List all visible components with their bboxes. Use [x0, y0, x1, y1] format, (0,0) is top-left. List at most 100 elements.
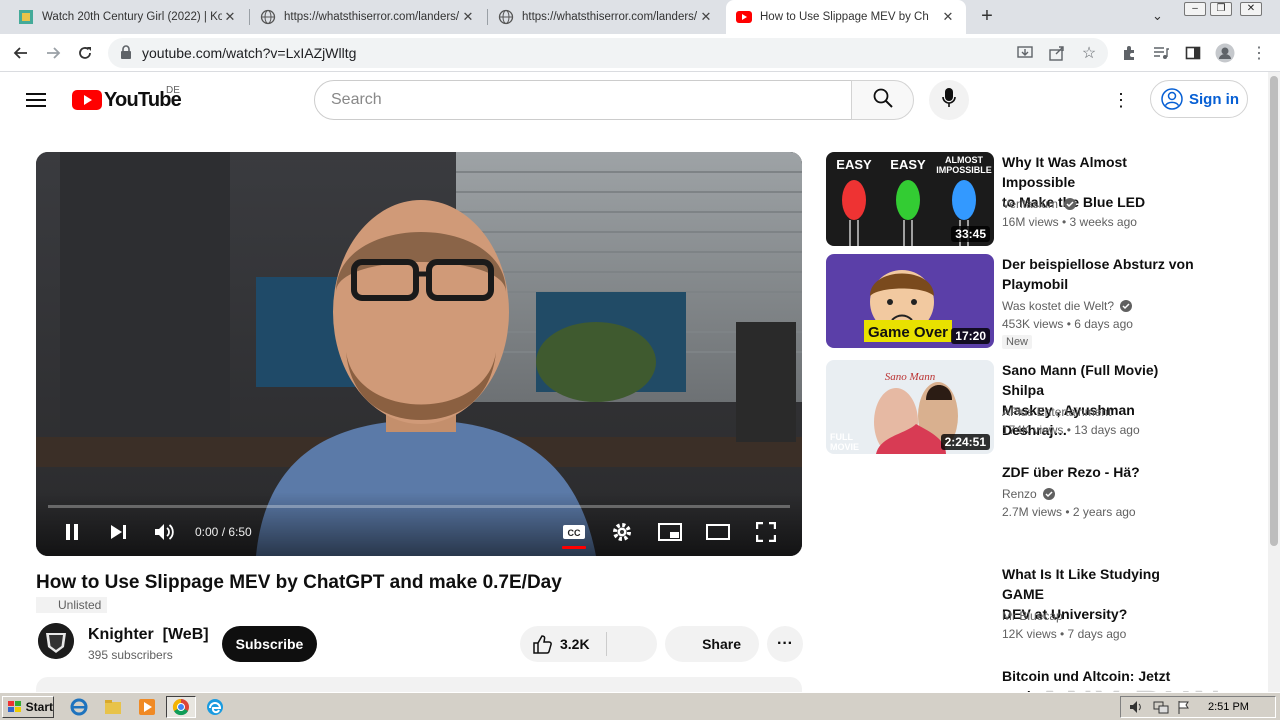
settings-kebab-icon[interactable]: ⋮: [1110, 88, 1132, 112]
thumbs-up-icon[interactable]: [532, 634, 552, 659]
video-thumbnail[interactable]: EASY EASY ALMOST IMPOSSIBLE 33:45: [826, 152, 994, 246]
thumb-label: MOVIE: [830, 442, 859, 452]
tab-title: https://whatsthiserror.com/landers/: [522, 11, 698, 23]
close-tab-icon[interactable]: ✕: [222, 9, 238, 25]
chrome-icon: [172, 698, 189, 716]
settings-button[interactable]: [608, 518, 636, 546]
chrome-taskbar-button[interactable]: [166, 696, 196, 718]
media-player-icon[interactable]: [136, 697, 158, 717]
browser-tab[interactable]: https://whatsthiserror.com/landers/ ✕: [488, 0, 724, 34]
video-thumbnail[interactable]: Sano Mann FULL MOVIE 2:24:51: [826, 360, 994, 454]
flag-tray-icon[interactable]: [1177, 700, 1191, 719]
recommendation-channel[interactable]: Mr Bluecap: [1002, 609, 1063, 623]
forward-arrow-icon[interactable]: [42, 42, 64, 64]
pause-button[interactable]: [58, 518, 86, 546]
recommendation-item[interactable]: Game Over 17:20 Der beispiellose Absturz…: [826, 254, 1206, 354]
sign-in-button[interactable]: Sign in: [1150, 80, 1248, 118]
address-bar[interactable]: youtube.com/watch?v=LxIAZjWlltg ☆: [108, 38, 1108, 68]
channel-name[interactable]: Knighter [WeB]: [88, 626, 209, 644]
recommendation-meta: 16M views • 3 weeks ago: [1002, 215, 1137, 229]
network-tray-icon[interactable]: [1153, 700, 1169, 719]
page-scrollbar[interactable]: [1268, 72, 1280, 692]
youtube-logo-icon[interactable]: [72, 90, 102, 110]
url-text: youtube.com/watch?v=LxIAZjWlltg: [142, 45, 357, 61]
captions-button[interactable]: CC: [560, 518, 588, 546]
next-button[interactable]: [104, 518, 132, 546]
recommendation-item[interactable]: What Is It Like Studying GAME DEV at Uni…: [826, 564, 1206, 664]
verified-check-icon: [1042, 488, 1055, 500]
extensions-puzzle-icon[interactable]: [1118, 42, 1140, 64]
profile-avatar-icon[interactable]: [1214, 42, 1236, 64]
like-count[interactable]: 3.2K: [560, 636, 590, 652]
search-input[interactable]: Search: [314, 80, 852, 120]
captions-active-indicator: [562, 546, 586, 549]
file-explorer-icon[interactable]: [102, 697, 124, 717]
progress-bar[interactable]: [48, 505, 790, 508]
globe-icon: [498, 9, 514, 25]
channel-label: Renzo: [1002, 487, 1037, 501]
edge-icon[interactable]: [204, 697, 226, 717]
install-app-icon[interactable]: [1014, 42, 1036, 64]
fullscreen-button[interactable]: [752, 518, 780, 546]
minimize-window-button[interactable]: –: [1184, 2, 1206, 16]
recommendation-item[interactable]: ZDF über Rezo - Hä? Renzo 2.7M views • 2…: [826, 462, 1206, 562]
search-placeholder: Search: [331, 91, 382, 108]
close-tab-icon[interactable]: ✕: [460, 9, 476, 25]
channel-avatar[interactable]: [38, 623, 74, 659]
tab-search-chevron-icon[interactable]: ⌄: [1152, 8, 1163, 24]
recommendation-item[interactable]: EASY EASY ALMOST IMPOSSIBLE 33:45 Why It…: [826, 152, 1206, 252]
new-tab-button[interactable]: +: [976, 6, 998, 28]
recommendation-channel[interactable]: Was kostet die Welt?: [1002, 299, 1133, 313]
thumb-label: Sano Mann: [885, 371, 936, 383]
channel-label: Was kostet die Welt?: [1002, 299, 1115, 313]
windows-taskbar: Start 2:51 PM: [0, 692, 1280, 720]
voice-search-button[interactable]: [929, 80, 969, 120]
internet-explorer-icon[interactable]: [68, 697, 90, 717]
recommendation-meta: 2.7M views • 2 years ago: [1002, 505, 1136, 519]
theater-mode-button[interactable]: [704, 518, 732, 546]
browser-tab[interactable]: Watch 20th Century Girl (2022) | Kor ✕: [8, 0, 248, 34]
video-title: How to Use Slippage MEV by ChatGPT and m…: [36, 572, 562, 593]
time-display: 0:00 / 6:50: [195, 525, 252, 539]
title-line: Playmobil: [1002, 276, 1069, 292]
recommendation-channel[interactable]: Veritasium: [1002, 197, 1077, 211]
scrollbar-thumb[interactable]: [1270, 76, 1278, 546]
start-button[interactable]: Start: [2, 696, 54, 718]
youtube-icon: [736, 9, 752, 25]
restore-window-button[interactable]: ❐: [1210, 2, 1232, 16]
channel-label: APlus Entertainment: [1002, 405, 1112, 419]
search-button[interactable]: [851, 80, 914, 120]
recommendation-item[interactable]: Sano Mann FULL MOVIE 2:24:51 Sano Mann (…: [826, 360, 1206, 460]
recommendation-channel[interactable]: APlus Entertainment: [1002, 405, 1111, 419]
share-button[interactable]: Share: [665, 626, 759, 662]
close-tab-icon[interactable]: ✕: [698, 9, 714, 25]
description-box[interactable]: [36, 677, 802, 692]
miniplayer-button[interactable]: [656, 518, 684, 546]
close-window-button[interactable]: ✕: [1240, 2, 1262, 16]
reload-icon[interactable]: [74, 42, 96, 64]
browser-tab-active[interactable]: How to Use Slippage MEV by Ch ✕: [726, 0, 966, 34]
dislike-button[interactable]: [617, 635, 647, 655]
bookmark-star-icon[interactable]: ☆: [1078, 42, 1100, 64]
close-tab-icon[interactable]: ✕: [940, 9, 956, 25]
browser-tab[interactable]: https://whatsthiserror.com/landers/ ✕: [250, 0, 486, 34]
title-line: What Is It Like Studying GAME: [1002, 566, 1160, 602]
share-page-icon[interactable]: [1046, 42, 1068, 64]
fullscreen-icon: [756, 522, 776, 542]
media-controls-icon[interactable]: [1150, 42, 1172, 64]
browser-menu-kebab-icon[interactable]: ⋮: [1248, 42, 1270, 64]
recommendation-title[interactable]: Der beispiellose Absturz von Playmobil: [1002, 254, 1202, 294]
movie-favicon-icon: [18, 9, 34, 25]
verified-check-icon: [1120, 300, 1133, 312]
hamburger-menu-icon[interactable]: [24, 88, 48, 112]
recommendation-title[interactable]: ZDF über Rezo - Hä?: [1002, 462, 1202, 482]
recommendation-channel[interactable]: Renzo: [1002, 487, 1055, 501]
subscribe-button[interactable]: Subscribe: [222, 626, 317, 662]
volume-tray-icon[interactable]: [1129, 700, 1145, 719]
video-thumbnail[interactable]: Game Over 17:20: [826, 254, 994, 348]
mute-button[interactable]: [151, 518, 179, 546]
video-player[interactable]: 0:00 / 6:50 CC: [36, 152, 802, 556]
side-panel-icon[interactable]: [1182, 42, 1204, 64]
more-actions-button[interactable]: ···: [767, 626, 803, 662]
back-arrow-icon[interactable]: [10, 42, 32, 64]
